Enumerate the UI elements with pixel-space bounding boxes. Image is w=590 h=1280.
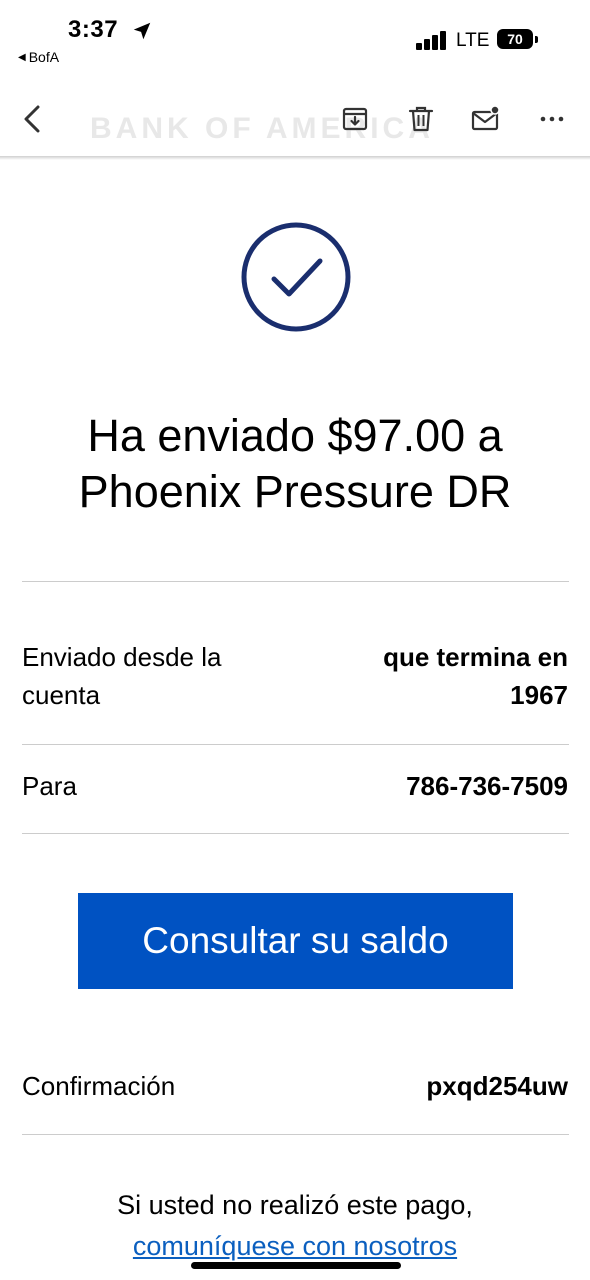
from-account-value: que termina en 1967 <box>383 642 568 710</box>
divider <box>22 1134 569 1135</box>
divider <box>22 833 569 834</box>
recipient-label: Para <box>22 771 77 801</box>
trash-icon[interactable] <box>406 104 436 134</box>
confirmation-label: Confirmación <box>22 1071 176 1101</box>
confirmation-value: pxqd254uw <box>426 1071 568 1101</box>
mail-unread-icon[interactable] <box>470 104 500 134</box>
back-triangle-icon: ◀ <box>18 51 26 63</box>
success-check-icon <box>241 222 351 332</box>
payment-headline: Ha enviado $97.00 a Phoenix Pressure DR <box>78 410 512 517</box>
back-to-app-link[interactable]: ◀ BofA <box>18 49 59 65</box>
status-time: 3:37 <box>68 16 119 43</box>
more-icon[interactable] <box>537 104 567 134</box>
contact-us-link[interactable]: comuníquese con nosotros <box>0 1231 590 1262</box>
email-screen: 3:37 ◀ BofA LTE 70 BANK OF AMERICA Ha en… <box>0 0 590 1280</box>
recipient-value: 786-736-7509 <box>406 771 568 801</box>
check-balance-button[interactable]: Consultar su saldo <box>78 893 513 989</box>
battery-tip <box>535 36 538 43</box>
battery-icon: 70 <box>497 29 533 49</box>
from-account-label: Enviado desde la cuenta <box>22 642 222 710</box>
home-indicator[interactable] <box>191 1262 401 1269</box>
archive-icon[interactable] <box>340 104 370 134</box>
back-app-label: BofA <box>28 49 60 65</box>
mail-toolbar: BANK OF AMERICA <box>0 90 590 156</box>
divider <box>22 581 569 582</box>
chevron-left-icon[interactable] <box>18 104 48 134</box>
footer-text: Si usted no realizó este pago, <box>117 1190 473 1220</box>
cellular-signal-icon <box>416 30 450 50</box>
brand-watermark: BANK OF AMERICA <box>90 112 434 145</box>
divider <box>22 744 569 745</box>
location-arrow-icon <box>133 22 151 40</box>
toolbar-divider <box>0 156 590 160</box>
network-type: LTE <box>456 30 490 51</box>
